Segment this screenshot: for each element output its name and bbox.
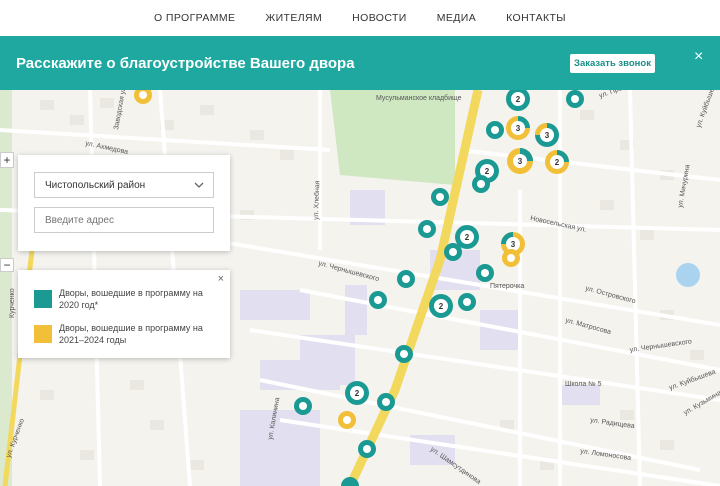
- top-nav: О ПРОГРАММЕ ЖИТЕЛЯМ НОВОСТИ МЕДИА КОНТАК…: [0, 0, 720, 36]
- nav-contacts[interactable]: КОНТАКТЫ: [506, 12, 566, 24]
- legend-swatch-yellow: [34, 325, 52, 343]
- map-pin[interactable]: [458, 293, 476, 311]
- zoom-in-button[interactable]: +: [1, 153, 13, 167]
- legend-swatch-teal: [34, 290, 52, 308]
- map-pin[interactable]: [338, 411, 356, 429]
- legend-item-2020: Дворы, вошедшие в программу на 2020 год*: [34, 287, 219, 311]
- street-label: Школа № 5: [565, 381, 602, 388]
- svg-text:2: 2: [516, 95, 521, 104]
- map-pin[interactable]: [294, 397, 312, 415]
- map-pin[interactable]: [444, 243, 462, 261]
- order-call-button[interactable]: Заказать звонок: [570, 54, 655, 73]
- map-pin[interactable]: [472, 175, 490, 193]
- svg-text:2: 2: [439, 302, 444, 311]
- nav-about[interactable]: О ПРОГРАММЕ: [154, 12, 235, 24]
- nav-residents[interactable]: ЖИТЕЛЯМ: [265, 12, 322, 24]
- svg-text:3: 3: [545, 131, 550, 140]
- map-pin[interactable]: [418, 220, 436, 238]
- pond: [676, 263, 700, 287]
- district-select[interactable]: Чистопольский район: [34, 172, 214, 198]
- map-pin[interactable]: [358, 440, 376, 458]
- map-pin[interactable]: [566, 90, 584, 108]
- banner-title: Расскажите о благоустройстве Вашего двор…: [16, 54, 355, 72]
- address-input[interactable]: [34, 207, 214, 233]
- district-select-value: Чистопольский район: [45, 179, 146, 191]
- map-pin[interactable]: [431, 188, 449, 206]
- close-icon[interactable]: ×: [218, 273, 224, 285]
- legend-label-2021: Дворы, вошедшие в программу на 2021–2024…: [59, 323, 203, 345]
- map-cluster[interactable]: 3: [506, 116, 530, 140]
- filter-panel: Чистопольский район: [18, 155, 230, 251]
- map-pin[interactable]: [486, 121, 504, 139]
- map-cluster[interactable]: 2: [345, 381, 369, 405]
- map-cluster[interactable]: 2: [429, 294, 453, 318]
- svg-text:2: 2: [555, 158, 560, 167]
- legend-label-2020: Дворы, вошедшие в программу на 2020 год*: [59, 288, 203, 310]
- map-cluster[interactable]: 2: [545, 150, 569, 174]
- svg-text:3: 3: [518, 157, 523, 166]
- street-label: ул. Хлебная: [312, 180, 321, 220]
- nav-news[interactable]: НОВОСТИ: [352, 12, 407, 24]
- map-pin[interactable]: [395, 345, 413, 363]
- map-pin[interactable]: [502, 249, 520, 267]
- svg-text:3: 3: [511, 240, 516, 249]
- chevron-down-icon: [193, 179, 205, 194]
- map-pin[interactable]: [377, 393, 395, 411]
- legend-item-2021: Дворы, вошедшие в программу на 2021–2024…: [34, 322, 219, 346]
- map-cluster[interactable]: 3: [535, 123, 559, 147]
- street-label: Мусульманское кладбище: [376, 94, 462, 102]
- close-icon[interactable]: ×: [694, 48, 703, 66]
- map-cluster[interactable]: 3: [507, 148, 533, 174]
- zoom-controls: +: [0, 152, 14, 168]
- map-pin[interactable]: [476, 264, 494, 282]
- street-label: Курченко: [9, 288, 16, 318]
- svg-text:2: 2: [485, 167, 490, 176]
- street-label: Пятерочка: [490, 283, 524, 290]
- zoom-out-button[interactable]: −: [0, 258, 14, 272]
- callback-banner: Расскажите о благоустройстве Вашего двор…: [0, 36, 720, 90]
- cemetery-park: [330, 90, 455, 185]
- map-pin[interactable]: [369, 291, 387, 309]
- svg-text:3: 3: [516, 124, 521, 133]
- legend-panel: × Дворы, вошедшие в программу на 2020 го…: [18, 270, 230, 358]
- svg-text:2: 2: [465, 233, 470, 242]
- nav-media[interactable]: МЕДИА: [437, 12, 476, 24]
- svg-text:2: 2: [355, 389, 360, 398]
- map-pin[interactable]: [397, 270, 415, 288]
